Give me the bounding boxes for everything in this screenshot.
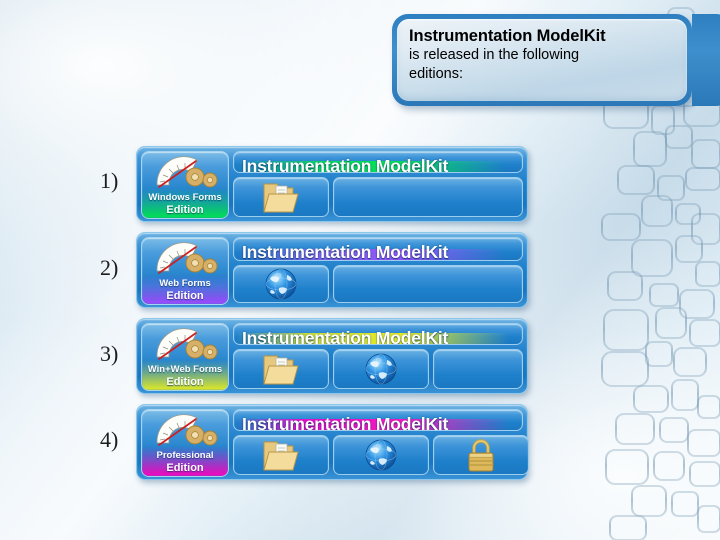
edition-content: Instrumentation ModelKit: [233, 323, 523, 389]
lock-icon: [468, 439, 494, 472]
edition-badge: Windows Forms Edition: [141, 151, 229, 219]
badge-text: Web Forms Edition: [142, 278, 228, 303]
feature-tile-empty: [333, 177, 523, 217]
globe-icon: [365, 439, 397, 471]
feature-tile-lock[interactable]: [433, 435, 529, 475]
feature-tile-globe[interactable]: [333, 435, 429, 475]
gauge-icon: [156, 156, 218, 188]
edition-badge: Web Forms Edition: [141, 237, 229, 305]
callout-line-2: is released in the following: [409, 47, 580, 63]
product-banner: Instrumentation ModelKit: [233, 409, 523, 431]
slide-canvas: Instrumentation ModelKit is released in …: [0, 0, 720, 540]
edition-content: Instrumentation ModelKit: [233, 151, 523, 217]
feature-tiles: [233, 349, 523, 389]
feature-tile-folder[interactable]: [233, 177, 329, 217]
badge-line-1: Web Forms: [159, 278, 211, 289]
edition-badge: Professional Edition: [141, 409, 229, 477]
gauge-icon: [156, 328, 218, 360]
callout-box: Instrumentation ModelKit is released in …: [392, 14, 720, 106]
badge-line-1: Professional: [156, 450, 214, 461]
feature-tile-globe[interactable]: [333, 349, 429, 389]
badge-text: Win+Web Forms Edition: [142, 364, 228, 389]
product-banner: Instrumentation ModelKit: [233, 237, 523, 261]
feature-tile-globe[interactable]: [233, 265, 329, 303]
edition-content: Instrumentation ModelKit: [233, 409, 529, 475]
edition-row-professional[interactable]: Professional Edition Instrumentation Mod…: [136, 404, 529, 480]
feature-tile-empty: [333, 265, 523, 303]
callout-title: Instrumentation ModelKit: [409, 27, 606, 45]
edition-content: Instrumentation ModelKit: [233, 237, 523, 303]
folder-icon: [263, 183, 299, 213]
product-banner-title: Instrumentation ModelKit: [242, 414, 449, 431]
badge-line-1: Win+Web Forms: [147, 364, 223, 375]
feature-tiles: [233, 265, 523, 303]
product-banner-title: Instrumentation ModelKit: [242, 242, 449, 261]
badge-text: Windows Forms Edition: [142, 192, 228, 217]
product-banner: Instrumentation ModelKit: [233, 151, 523, 173]
edition-row-windows-forms[interactable]: Windows Forms Edition Instrumentation Mo…: [136, 146, 528, 222]
feature-tile-folder[interactable]: [233, 435, 329, 475]
feature-tiles: [233, 177, 523, 217]
product-banner-title: Instrumentation ModelKit: [242, 328, 449, 345]
list-number-4: 4): [100, 427, 119, 452]
edition-row-web-forms[interactable]: Web Forms Edition Instrumentation ModelK…: [136, 232, 528, 308]
edition-row-win-web-forms[interactable]: Win+Web Forms Edition Instrumentation Mo…: [136, 318, 528, 394]
list-number-3: 3): [100, 341, 119, 366]
list-number-1: 1): [100, 168, 119, 193]
folder-icon: [263, 355, 299, 385]
folder-icon: [263, 441, 299, 471]
callout-inner: Instrumentation ModelKit is released in …: [397, 19, 687, 101]
edition-badge: Win+Web Forms Edition: [141, 323, 229, 391]
badge-line-2: Edition: [166, 290, 204, 302]
list-number-2: 2): [100, 255, 119, 280]
globe-icon: [365, 353, 397, 385]
product-banner-title: Instrumentation ModelKit: [242, 156, 449, 173]
gauge-icon: [156, 242, 218, 274]
badge-line-2: Edition: [166, 204, 204, 216]
feature-tiles: [233, 435, 529, 475]
callout-line-3: editions:: [409, 66, 464, 82]
globe-icon: [265, 268, 297, 300]
badge-text: Professional Edition: [142, 450, 228, 475]
badge-line-2: Edition: [166, 462, 204, 474]
gauge-icon: [156, 414, 218, 446]
feature-tile-folder[interactable]: [233, 349, 329, 389]
badge-line-1: Windows Forms: [148, 192, 222, 203]
product-banner: Instrumentation ModelKit: [233, 323, 523, 345]
feature-tile-empty: [433, 349, 523, 389]
badge-line-2: Edition: [166, 376, 204, 388]
